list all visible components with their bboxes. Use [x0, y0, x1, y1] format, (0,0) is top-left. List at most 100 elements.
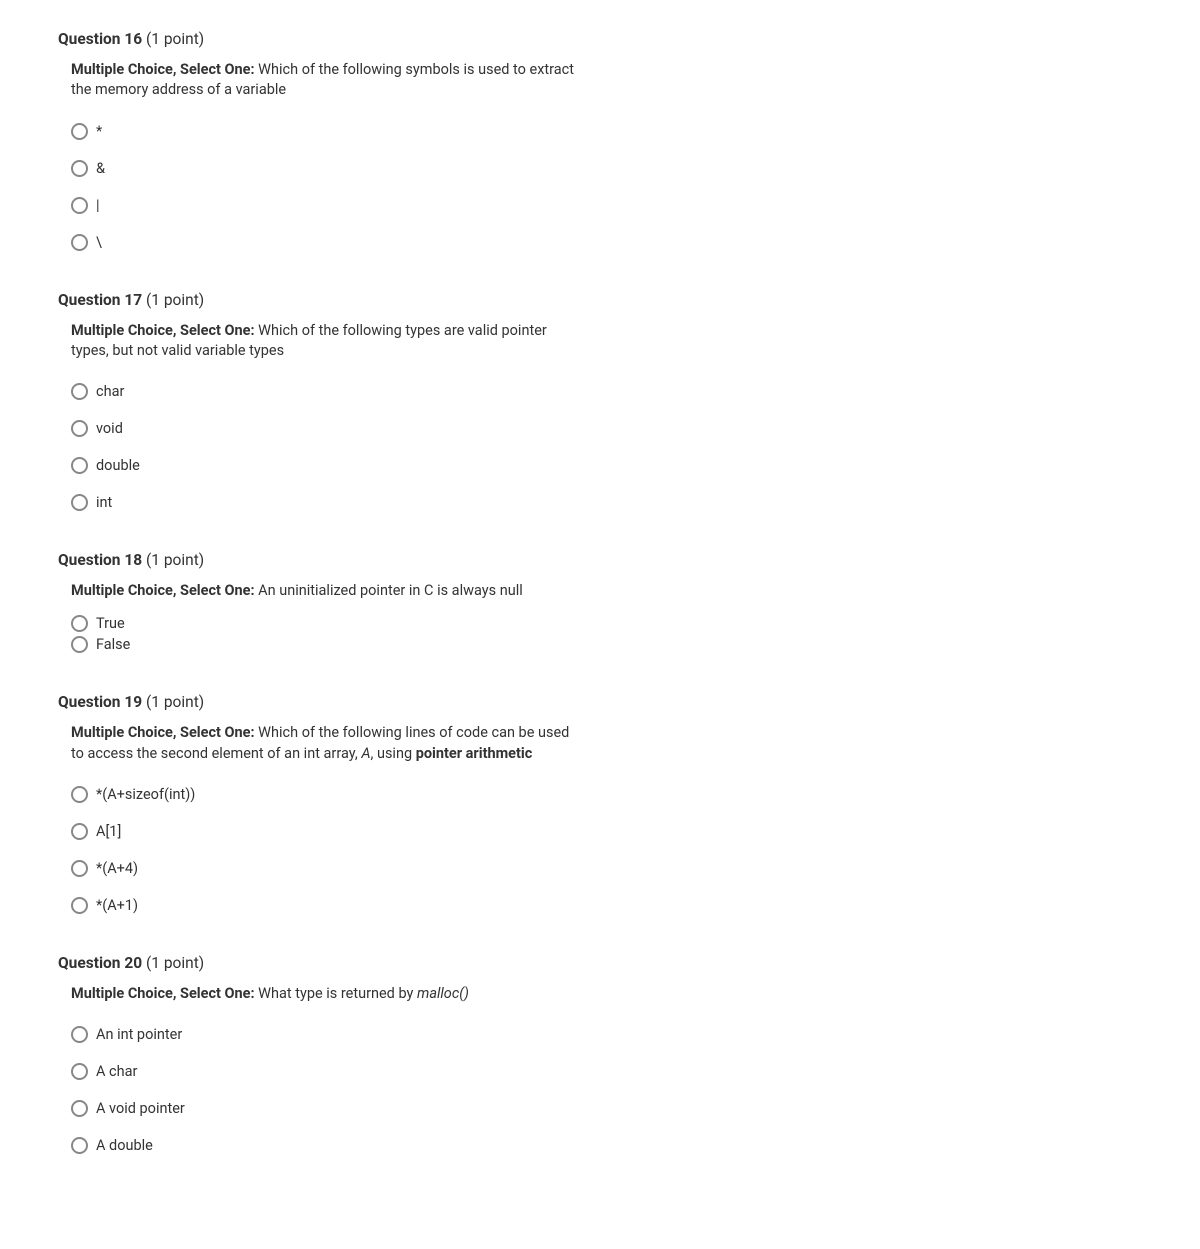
option-label: double	[96, 457, 140, 474]
prompt-prefix: Multiple Choice, Select One:	[71, 61, 255, 78]
radio-icon	[71, 1137, 88, 1154]
question-body: Multiple Choice, Select One: An uninitia…	[58, 581, 1142, 653]
radio-icon	[71, 383, 88, 400]
question-number: Question 20	[58, 954, 142, 972]
question-prompt: Multiple Choice, Select One: Which of th…	[71, 321, 581, 362]
option-label: A double	[96, 1137, 153, 1154]
radio-icon	[71, 636, 88, 653]
options-list: * & | \	[71, 123, 1142, 251]
option-label: *(A+sizeof(int))	[96, 786, 195, 803]
radio-icon	[71, 897, 88, 914]
radio-icon	[71, 1026, 88, 1043]
option-radio[interactable]: A[1]	[71, 823, 1142, 840]
option-label: A char	[96, 1063, 137, 1080]
option-radio[interactable]: A char	[71, 1063, 1142, 1080]
option-label: *	[96, 123, 102, 140]
option-label: char	[96, 383, 124, 400]
option-label: void	[96, 420, 123, 437]
option-label: True	[96, 615, 125, 632]
question-number: Question 19	[58, 693, 142, 711]
question-header: Question 16 (1 point)	[58, 30, 1142, 48]
option-label: |	[96, 197, 100, 214]
question-points: (1 point)	[146, 954, 204, 972]
question-number: Question 18	[58, 551, 142, 569]
question-points: (1 point)	[146, 291, 204, 309]
option-radio[interactable]: |	[71, 197, 1142, 214]
question-number: Question 16	[58, 30, 142, 48]
prompt-text-mid: , using	[371, 745, 416, 762]
question-header: Question 17 (1 point)	[58, 291, 1142, 309]
option-radio[interactable]: int	[71, 494, 1142, 511]
option-radio[interactable]: char	[71, 383, 1142, 400]
question-prompt: Multiple Choice, Select One: What type i…	[71, 984, 581, 1004]
option-label: An int pointer	[96, 1026, 182, 1043]
question-18: Question 18 (1 point) Multiple Choice, S…	[58, 551, 1142, 653]
radio-icon	[71, 160, 88, 177]
radio-icon	[71, 123, 88, 140]
radio-icon	[71, 494, 88, 511]
option-radio[interactable]: *(A+sizeof(int))	[71, 786, 1142, 803]
prompt-text-pre: What type is returned by	[255, 985, 417, 1002]
question-points: (1 point)	[146, 30, 204, 48]
question-points: (1 point)	[146, 693, 204, 711]
options-list: char void double int	[71, 383, 1142, 511]
question-header: Question 19 (1 point)	[58, 693, 1142, 711]
options-list: *(A+sizeof(int)) A[1] *(A+4) *(A+1)	[71, 786, 1142, 914]
option-label: &	[96, 160, 105, 177]
radio-icon	[71, 457, 88, 474]
radio-icon	[71, 234, 88, 251]
option-radio[interactable]: *(A+1)	[71, 897, 1142, 914]
question-17: Question 17 (1 point) Multiple Choice, S…	[58, 291, 1142, 512]
question-body: Multiple Choice, Select One: Which of th…	[58, 60, 1142, 251]
option-radio[interactable]: double	[71, 457, 1142, 474]
question-number: Question 17	[58, 291, 142, 309]
question-prompt: Multiple Choice, Select One: An uninitia…	[71, 581, 581, 601]
option-radio[interactable]: An int pointer	[71, 1026, 1142, 1043]
radio-icon	[71, 860, 88, 877]
prompt-prefix: Multiple Choice, Select One:	[71, 582, 255, 599]
radio-icon	[71, 197, 88, 214]
radio-icon	[71, 420, 88, 437]
option-radio[interactable]: True	[71, 615, 1142, 632]
question-header: Question 20 (1 point)	[58, 954, 1142, 972]
option-radio[interactable]: \	[71, 234, 1142, 251]
radio-icon	[71, 823, 88, 840]
question-19: Question 19 (1 point) Multiple Choice, S…	[58, 693, 1142, 914]
option-radio[interactable]: *	[71, 123, 1142, 140]
prompt-prefix: Multiple Choice, Select One:	[71, 724, 255, 741]
option-radio[interactable]: A double	[71, 1137, 1142, 1154]
option-radio[interactable]: A void pointer	[71, 1100, 1142, 1117]
prompt-prefix: Multiple Choice, Select One:	[71, 322, 255, 339]
option-label: *(A+1)	[96, 897, 138, 914]
option-label: A[1]	[96, 823, 121, 840]
option-radio[interactable]: *(A+4)	[71, 860, 1142, 877]
prompt-italic: malloc()	[417, 985, 469, 1002]
option-label: int	[96, 494, 112, 511]
option-label: False	[96, 636, 130, 653]
question-body: Multiple Choice, Select One: Which of th…	[58, 321, 1142, 512]
options-list: An int pointer A char A void pointer A d…	[71, 1026, 1142, 1154]
option-radio[interactable]: void	[71, 420, 1142, 437]
radio-icon	[71, 786, 88, 803]
option-label: A void pointer	[96, 1100, 185, 1117]
option-label: \	[96, 234, 102, 251]
question-body: Multiple Choice, Select One: What type i…	[58, 984, 1142, 1154]
options-list: True False	[71, 615, 1142, 653]
radio-icon	[71, 615, 88, 632]
question-points: (1 point)	[146, 551, 204, 569]
question-20: Question 20 (1 point) Multiple Choice, S…	[58, 954, 1142, 1154]
prompt-italic: A	[361, 745, 370, 762]
radio-icon	[71, 1063, 88, 1080]
option-label: *(A+4)	[96, 860, 138, 877]
question-prompt: Multiple Choice, Select One: Which of th…	[71, 60, 581, 101]
option-radio[interactable]: False	[71, 636, 1142, 653]
option-radio[interactable]: &	[71, 160, 1142, 177]
prompt-prefix: Multiple Choice, Select One:	[71, 985, 255, 1002]
prompt-text: An uninitialized pointer in C is always …	[255, 582, 523, 599]
question-16: Question 16 (1 point) Multiple Choice, S…	[58, 30, 1142, 251]
question-prompt: Multiple Choice, Select One: Which of th…	[71, 723, 581, 764]
question-body: Multiple Choice, Select One: Which of th…	[58, 723, 1142, 914]
radio-icon	[71, 1100, 88, 1117]
question-header: Question 18 (1 point)	[58, 551, 1142, 569]
prompt-bold: pointer arithmetic	[416, 745, 533, 762]
